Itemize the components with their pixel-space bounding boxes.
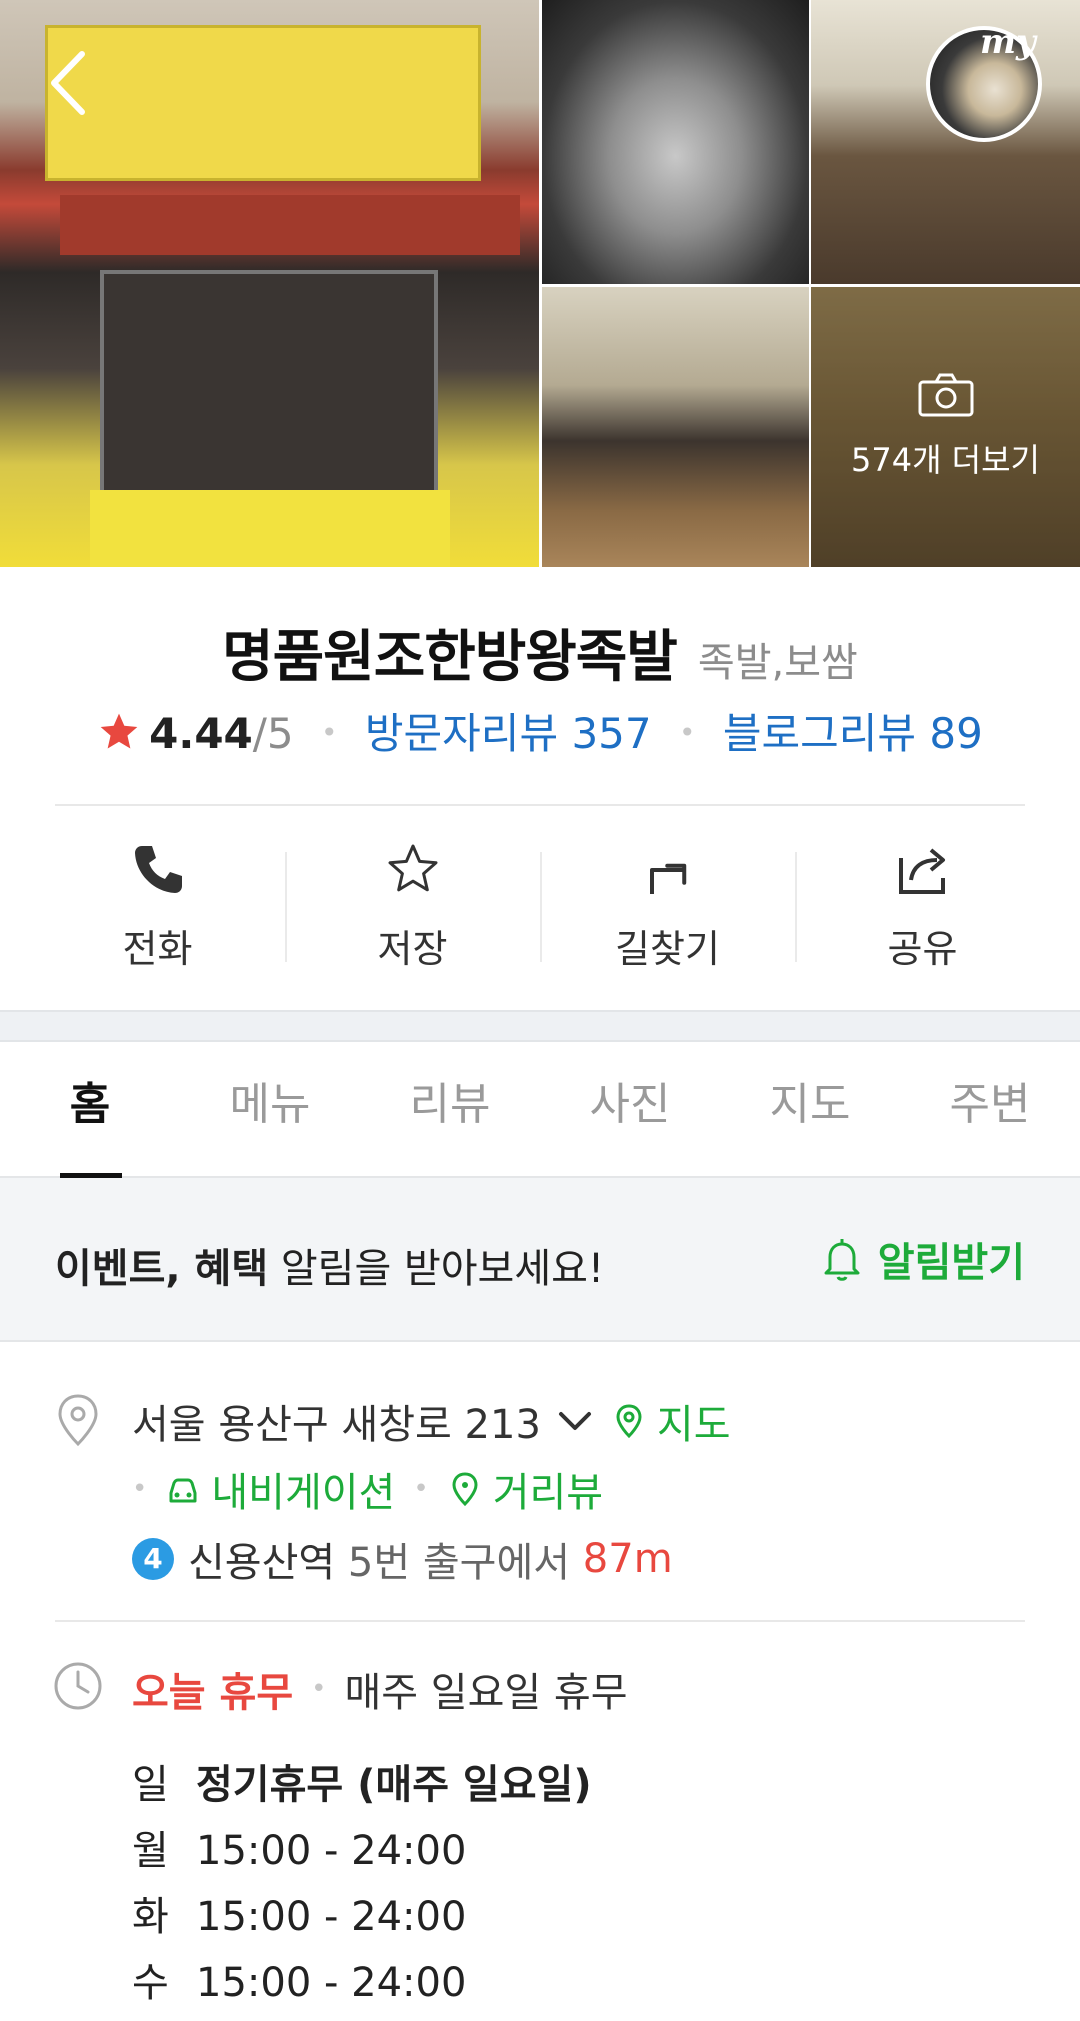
rating-max: /5: [252, 709, 294, 758]
separator-dot: •: [132, 1474, 148, 1504]
subscribe-alert-button[interactable]: 알림받기: [818, 1230, 1025, 1288]
hours-time: 15:00 - 24:00: [196, 1828, 467, 1874]
hours-day: 수: [132, 1960, 169, 2006]
notice-rest: 알림을 받아보세요!: [268, 1246, 604, 1292]
my-label: my: [980, 22, 1036, 62]
directions-icon: [649, 863, 686, 894]
awning-image: [60, 195, 520, 255]
more-photos-button[interactable]: 574개 더보기: [811, 287, 1080, 567]
banner-image: [90, 490, 450, 567]
car-icon: [169, 1478, 197, 1503]
photo-gallery: 574개 더보기 my: [0, 0, 1080, 567]
call-label: 전화: [122, 927, 193, 971]
more-photos-label: 574개 더보기: [850, 441, 1040, 479]
save-label: 저장: [377, 927, 448, 971]
tables-photo[interactable]: [542, 287, 809, 567]
shop-sign-image: [45, 25, 481, 181]
tab-bar: 홈 메뉴 리뷰 사진 지도 주변: [0, 1040, 1080, 1178]
bell-icon: [824, 1239, 860, 1281]
street-view-icon: [452, 1472, 478, 1507]
hours-row: 수 15:00 - 24:00: [132, 1950, 466, 2008]
share-icon: [898, 848, 945, 894]
place-name: 명품원조한방왕족발: [222, 625, 678, 690]
notice-bold: 이벤트, 혜택: [55, 1246, 269, 1292]
pot-photo[interactable]: [542, 0, 809, 284]
star-filled-icon: [100, 713, 138, 749]
title-row: 명품원조한방왕족발 족발,보쌈: [0, 612, 1080, 693]
place-category: 족발,보쌈: [697, 640, 858, 686]
action-bar: 전화 저장 길찾기 공유: [30, 830, 1050, 990]
divider: [55, 804, 1025, 806]
exit-text: 5번 출구에서: [335, 1540, 583, 1586]
address-text: 서울 용산구 새창로 213: [132, 1402, 541, 1448]
notification-banner: 이벤트, 혜택 알림을 받아보세요! 알림받기: [0, 1178, 1080, 1342]
visitor-reviews-link[interactable]: 방문자리뷰 357: [365, 709, 652, 758]
subway-line: 4 신용산역 5번 출구에서 87m: [132, 1530, 673, 1588]
star-outline-icon: [388, 844, 437, 892]
street-view-link[interactable]: 거리뷰: [493, 1460, 603, 1518]
separator-dot: •: [678, 716, 696, 749]
today-status: 오늘 휴무: [132, 1670, 294, 1716]
separator-dot: •: [321, 716, 338, 749]
share-label: 공유: [887, 927, 958, 971]
tab-nearby[interactable]: 주변: [900, 1040, 1080, 1176]
hours-time: 정기휴무 (매주 일요일): [196, 1762, 592, 1808]
share-button[interactable]: 공유: [795, 830, 1050, 990]
call-button[interactable]: 전화: [30, 830, 285, 990]
tab-menu[interactable]: 메뉴: [180, 1040, 360, 1176]
directions-label: 길찾기: [615, 927, 720, 971]
tab-reviews[interactable]: 리뷰: [360, 1040, 540, 1176]
regular-closing-note: 매주 일요일 휴무: [344, 1670, 628, 1716]
rating-row: 4.44/5 • 방문자리뷰 357 • 블로그리뷰 89: [0, 700, 1080, 761]
tab-photos[interactable]: 사진: [540, 1040, 720, 1176]
tab-map[interactable]: 지도: [720, 1040, 900, 1176]
divider: [55, 1620, 1025, 1622]
hours-row: 화 15:00 - 24:00: [132, 1884, 466, 1942]
navigation-link[interactable]: 내비게이션: [211, 1460, 395, 1518]
clock-icon: [54, 1662, 102, 1710]
notice-text: 이벤트, 혜택 알림을 받아보세요!: [55, 1236, 604, 1294]
location-pin-icon: [58, 1394, 98, 1447]
chevron-down-icon[interactable]: [557, 1406, 593, 1436]
map-link[interactable]: 지도: [657, 1392, 731, 1450]
hours-day: 화: [132, 1894, 169, 1940]
save-button[interactable]: 저장: [285, 830, 540, 990]
subway-line-badge: 4: [132, 1538, 174, 1580]
back-icon[interactable]: [44, 48, 94, 118]
address-line: 서울 용산구 새창로 213 지도: [132, 1392, 731, 1450]
blog-reviews-link[interactable]: 블로그리뷰 89: [723, 709, 983, 758]
hours-status-line: 오늘 휴무 • 매주 일요일 휴무: [132, 1660, 628, 1718]
rating-score: 4.44: [149, 709, 253, 758]
directions-button[interactable]: 길찾기: [540, 830, 795, 990]
hours-row: 월 15:00 - 24:00: [132, 1818, 466, 1876]
navigation-line: • 내비게이션 • 거리뷰: [132, 1460, 603, 1518]
subscribe-alert-label: 알림받기: [877, 1240, 1025, 1286]
separator-dot: •: [413, 1474, 429, 1504]
hours-time: 15:00 - 24:00: [196, 1894, 467, 1940]
hours-day: 일: [132, 1762, 169, 1808]
camera-icon: [918, 373, 973, 417]
section-divider: [0, 1010, 1080, 1042]
phone-icon: [134, 846, 182, 893]
tab-home[interactable]: 홈: [0, 1040, 180, 1178]
station-name: 신용산역: [188, 1540, 336, 1586]
hours-time: 15:00 - 24:00: [196, 1960, 467, 2006]
separator-dot: •: [311, 1674, 327, 1704]
entrance-image: [100, 270, 438, 508]
map-pin-icon: [616, 1404, 642, 1439]
distance-text: 87m: [582, 1536, 673, 1582]
hours-day: 월: [132, 1828, 169, 1874]
hours-row: 일 정기휴무 (매주 일요일): [132, 1752, 592, 1810]
